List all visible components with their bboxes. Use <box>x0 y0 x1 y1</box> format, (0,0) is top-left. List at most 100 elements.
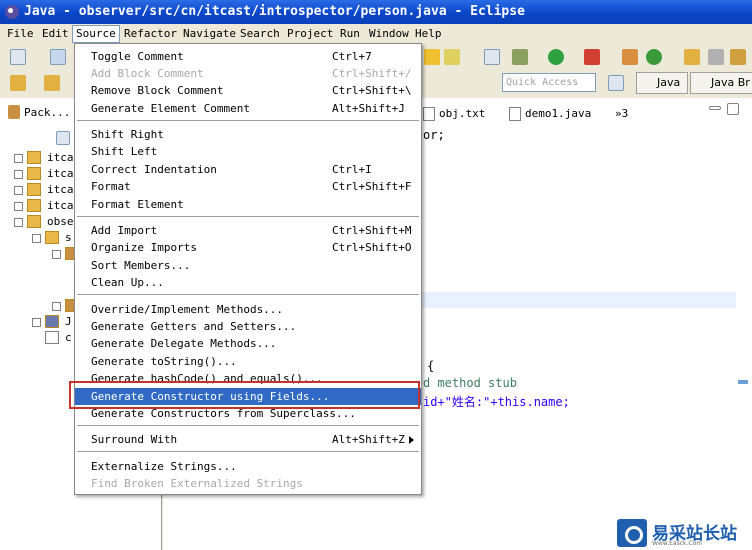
watermark-logo-icon <box>617 519 647 547</box>
menu-item-externalize-strings[interactable]: Externalize Strings... <box>75 458 421 475</box>
new-java-package-icon[interactable] <box>622 49 638 65</box>
source-menu-dropdown: Toggle Comment Ctrl+7 Add Block Comment Ct… <box>74 43 422 495</box>
watermark: 易采站长站 Www.Easck.Com <box>612 516 752 550</box>
perspective-java-button[interactable]: Java <box>636 72 688 94</box>
tab-package-explorer[interactable]: Pack... <box>6 103 72 123</box>
menu-item-generate-element-comment[interactable]: Generate Element Comment Alt+Shift+J <box>75 100 421 117</box>
save-icon[interactable] <box>50 49 66 65</box>
library-icon <box>45 315 59 328</box>
menu-item-toggle-comment[interactable]: Toggle Comment Ctrl+7 <box>75 48 421 65</box>
overview-marker[interactable] <box>738 380 748 384</box>
expand-icon[interactable] <box>14 202 23 211</box>
source-folder-icon <box>45 231 59 244</box>
submenu-arrow-icon <box>409 436 414 444</box>
expand-icon[interactable] <box>32 318 41 327</box>
menu-separator <box>77 451 419 453</box>
menu-bar: File Edit Source Refactor Navigate Searc… <box>0 24 752 44</box>
menu-separator <box>77 216 419 218</box>
expand-icon[interactable] <box>14 154 23 163</box>
eclipse-icon <box>5 5 19 19</box>
open-perspective-icon[interactable] <box>608 75 624 91</box>
maximize-icon[interactable] <box>727 103 739 115</box>
package-explorer-icon <box>8 105 20 119</box>
debug-icon[interactable] <box>512 49 528 65</box>
java-file-icon <box>509 107 521 121</box>
tab-package-explorer-label: Pack... <box>24 106 71 119</box>
menu-item-correct-indentation[interactable]: Correct Indentation Ctrl+I <box>75 161 421 178</box>
menu-refactor[interactable]: Refactor <box>121 25 180 43</box>
tab-overflow[interactable]: »3 <box>611 104 628 124</box>
collapse-all-icon[interactable] <box>56 131 70 145</box>
menu-file[interactable]: File <box>4 25 37 43</box>
run-icon[interactable] <box>548 49 564 65</box>
code-comment: d method stub <box>423 376 517 390</box>
tab-demo1-java[interactable]: demo1.java <box>507 104 591 124</box>
menu-separator <box>77 120 419 122</box>
menu-item-add-import[interactable]: Add Import Ctrl+Shift+M <box>75 222 421 239</box>
tab-obj-txt[interactable]: obj.txt <box>421 104 485 124</box>
perspective-java-browsing-button[interactable]: Java Br <box>690 72 752 94</box>
project-icon <box>27 215 41 228</box>
menu-item-add-block-comment: Add Block Comment Ctrl+Shift+/ <box>91 67 412 80</box>
menu-item-find-broken-externalized-strings: Find Broken Externalized Strings <box>91 477 303 490</box>
menu-item-generate-tostring[interactable]: Generate toString()... <box>75 353 421 370</box>
code-line: { <box>427 359 435 373</box>
code-line: id+"姓名:"+this.name; <box>423 395 570 409</box>
menu-project[interactable]: Project <box>284 25 336 43</box>
menu-item-format-element[interactable]: Format Element <box>75 196 421 213</box>
file-icon <box>45 331 59 344</box>
search-icon[interactable] <box>444 49 460 65</box>
menu-item-override-implement[interactable]: Override/Implement Methods... <box>75 301 421 318</box>
menu-item-shift-right[interactable]: Shift Right <box>75 126 421 143</box>
perspective-java-browsing-label: Java Br <box>711 76 750 89</box>
menu-help[interactable]: Help <box>412 25 445 43</box>
new-class-icon[interactable] <box>646 49 662 65</box>
menu-separator <box>77 294 419 296</box>
annotation-highlight-box <box>69 381 420 409</box>
open-folder-icon[interactable] <box>684 49 700 65</box>
menu-search[interactable]: Search <box>237 25 283 43</box>
collapse-icon[interactable] <box>14 218 23 227</box>
pencil-icon[interactable] <box>708 49 724 65</box>
collapse-icon[interactable] <box>32 234 41 243</box>
perspective-java-label: Java <box>657 76 681 89</box>
menu-navigate[interactable]: Navigate <box>180 25 239 43</box>
menu-window[interactable]: Window <box>366 25 412 43</box>
menu-item-format[interactable]: Format Ctrl+Shift+F <box>75 178 421 195</box>
editor-overview-ruler[interactable] <box>736 126 752 550</box>
collapse-icon[interactable] <box>52 250 61 259</box>
menu-item-remove-block-comment[interactable]: Remove Block Comment Ctrl+Shift+\ <box>75 82 421 99</box>
watermark-subtext: Www.Easck.Com <box>652 540 703 547</box>
menu-item-generate-delegate[interactable]: Generate Delegate Methods... <box>75 335 421 352</box>
quick-access-input[interactable]: Quick Access <box>502 73 596 92</box>
current-line-highlight <box>420 292 742 308</box>
external-tools-icon[interactable] <box>584 49 600 65</box>
project-icon <box>27 199 41 212</box>
project-icon <box>27 183 41 196</box>
next-annotation-icon[interactable] <box>730 49 746 65</box>
open-type-icon[interactable] <box>424 49 440 65</box>
window-title-bar: Java - observer/src/cn/itcast/introspect… <box>0 0 752 24</box>
menu-item-surround-with[interactable]: Surround With Alt+Shift+Z <box>75 431 421 448</box>
forward-icon[interactable] <box>44 75 60 91</box>
expand-icon[interactable] <box>14 170 23 179</box>
menu-separator <box>77 425 419 427</box>
text-file-icon <box>423 107 435 121</box>
back-icon[interactable] <box>10 75 26 91</box>
menu-item-generate-getters-setters[interactable]: Generate Getters and Setters... <box>75 318 421 335</box>
menu-item-clean-up[interactable]: Clean Up... <box>75 274 421 291</box>
menu-source[interactable]: Source <box>72 25 120 43</box>
expand-icon[interactable] <box>52 302 61 311</box>
menu-item-organize-imports[interactable]: Organize Imports Ctrl+Shift+O <box>75 239 421 256</box>
menu-item-shift-left[interactable]: Shift Left <box>75 143 421 160</box>
window-title: Java - observer/src/cn/itcast/introspect… <box>24 4 525 19</box>
expand-icon[interactable] <box>14 186 23 195</box>
project-icon <box>27 151 41 164</box>
toggle-mark-icon[interactable] <box>484 49 500 65</box>
menu-edit[interactable]: Edit <box>39 25 72 43</box>
new-icon[interactable] <box>10 49 26 65</box>
menu-run[interactable]: Run <box>337 25 363 43</box>
menu-item-sort-members[interactable]: Sort Members... <box>75 257 421 274</box>
project-icon <box>27 167 41 180</box>
minimize-icon[interactable] <box>709 106 721 110</box>
